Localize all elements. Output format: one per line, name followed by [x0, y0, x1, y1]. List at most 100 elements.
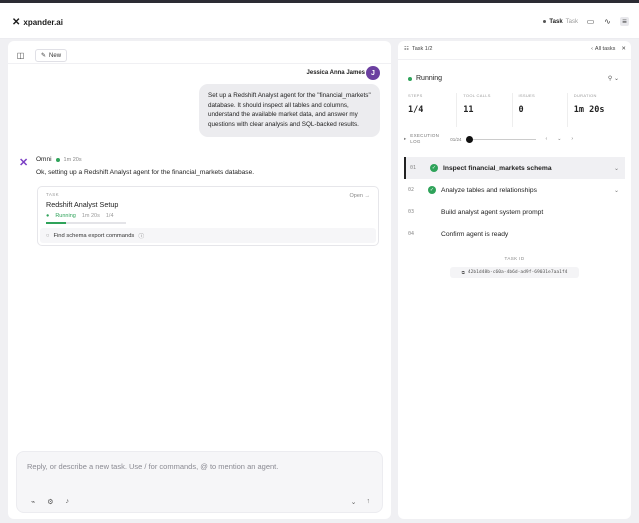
exec-slider-knob[interactable]	[465, 135, 473, 143]
input-actions: ⌄ ↑	[351, 498, 370, 506]
status-actions[interactable]: ⚲ ⌄	[608, 75, 619, 82]
task-stats: STEPS 1/4 TOOL CALLS 11 ISSUES 0 DURATIO…	[408, 93, 622, 127]
task-panel-header: ☷ Task 1/2 ‹ All tasks ✕	[404, 46, 626, 52]
step-item[interactable]: 04 Confirm agent is ready	[404, 223, 625, 245]
all-tasks-link[interactable]: ‹ All tasks	[591, 46, 615, 52]
subtask-row[interactable]: ◌ Find schema export commands ⓘ	[40, 228, 376, 243]
new-chat-label: New	[49, 52, 62, 59]
task-status: Running	[55, 213, 76, 219]
stat-value: 1/4	[408, 105, 424, 115]
task-id-value[interactable]: ⧉ 42b1d48b-c60a-4b6d-ad9f-69031e7aa1f4	[450, 267, 579, 278]
task-card-label: TASK	[46, 192, 60, 197]
open-label: Open	[349, 193, 363, 199]
agent-selector[interactable]: Task Task	[543, 19, 578, 25]
task-card-status: ● Running 1m 20s 1/4	[46, 213, 114, 219]
step-label: Build analyst agent system prompt	[441, 208, 544, 216]
step-label: Inspect financial_markets schema	[443, 164, 552, 172]
copy-icon: ⧉	[461, 270, 465, 276]
chevron-down-icon[interactable]: ⌄	[614, 165, 619, 172]
chat-input-box[interactable]: Reply, or describe a new task. Use / for…	[16, 451, 383, 513]
stat-issues: ISSUES 0	[513, 93, 568, 127]
stat-value: 1m 20s	[573, 105, 605, 115]
exec-position: 01/24	[450, 136, 462, 142]
new-chat-button[interactable]: ✎ New	[35, 49, 68, 62]
info-icon: ⓘ	[138, 234, 145, 240]
divider	[398, 59, 631, 60]
step-item[interactable]: 03 Build analyst agent system prompt	[404, 201, 625, 223]
exec-chevron-icon[interactable]: ⌄	[557, 136, 561, 142]
task-card-title: Redshift Analyst Setup	[46, 200, 119, 209]
all-tasks-label: All tasks	[594, 46, 616, 52]
send-icon[interactable]: ↑	[367, 498, 371, 506]
mic-icon[interactable]: ♪	[66, 498, 70, 506]
activity-icon[interactable]: ∿	[603, 17, 612, 26]
task-status-row: Running	[408, 75, 442, 82]
task-card[interactable]: TASK Redshift Analyst Setup Open → ● Run…	[37, 186, 379, 246]
stat-label: STEPS	[408, 93, 423, 98]
user-message: Set up a Redshift Analyst agent for the …	[199, 84, 380, 137]
exec-prev-icon[interactable]: ‹	[546, 136, 548, 142]
settings-icon[interactable]: ⚙	[47, 498, 53, 506]
task-id-label: TASK ID	[504, 256, 525, 261]
monitor-icon[interactable]: ▭	[586, 17, 595, 26]
attach-icon[interactable]: ⌁	[31, 498, 35, 506]
agent-name: Omni	[36, 156, 52, 163]
task-progress-fill	[46, 222, 66, 224]
avatar: J	[366, 66, 380, 80]
play-icon[interactable]: ▸	[404, 136, 406, 142]
brand-logo[interactable]: ✕ xpander.ai	[12, 17, 63, 28]
edit-icon: ✎	[41, 53, 47, 59]
chat-input[interactable]: Reply, or describe a new task. Use / for…	[27, 462, 367, 471]
task-id-text: 42b1d48b-c60a-4b6d-ad9f-69031e7aa1f4	[467, 270, 568, 275]
stat-duration: DURATION 1m 20s	[568, 93, 622, 127]
task-nav-label: Task 1/2	[411, 46, 433, 52]
stat-tool-calls: TOOL CALLS 11	[457, 93, 513, 127]
chevron-down-icon: ⌄	[613, 76, 619, 82]
task-progress-bar	[46, 222, 126, 224]
step-num: 02	[408, 187, 415, 193]
exec-slider[interactable]	[465, 135, 536, 143]
spinner-icon: ◌	[46, 232, 50, 239]
check-icon: ✓	[428, 186, 436, 194]
task-panel-actions: ‹ All tasks ✕	[591, 46, 626, 52]
stat-label: ISSUES	[518, 93, 535, 98]
xpander-logo-icon: ✕	[12, 17, 21, 28]
step-num: 04	[408, 231, 415, 237]
subtask-label: Find schema export commands	[53, 232, 135, 239]
open-task-button[interactable]: Open →	[350, 193, 371, 199]
agent-header: Omni 1m 20s	[36, 156, 82, 163]
agent-value: Task	[565, 18, 578, 25]
agent-dot-icon	[543, 20, 547, 23]
stat-label: DURATION	[573, 93, 597, 98]
chat-header: ◫ ✎ New	[16, 49, 68, 62]
task-progress: 1/4	[105, 213, 114, 219]
top-right-controls: Task Task ▭ ∿ ≡	[543, 17, 629, 26]
menu-icon[interactable]: ≡	[620, 17, 629, 26]
agent-time: 1m 20s	[63, 156, 82, 163]
stat-label: TOOL CALLS	[463, 93, 491, 98]
stat-value: 0	[518, 105, 524, 115]
step-label: Analyze tables and relationships	[441, 186, 537, 194]
step-num: 01	[410, 165, 417, 171]
execution-log-bar: ▸ EXECUTION LOG 01/24 ‹ ⌄ ›	[404, 132, 626, 146]
user-name: Jessica Anna James	[306, 70, 365, 76]
check-icon: ✓	[430, 164, 438, 172]
running-dot-icon: ●	[46, 213, 50, 219]
omni-logo-icon: ✕	[19, 157, 29, 169]
running-dot-icon	[55, 157, 60, 162]
arrow-right-icon: →	[364, 193, 371, 199]
task-list-icon: ☷	[404, 46, 409, 52]
expand-icon[interactable]: ⌄	[351, 498, 357, 506]
exec-next-icon[interactable]: ›	[571, 136, 573, 142]
input-tools: ⌁ ⚙ ♪	[31, 498, 69, 506]
step-item[interactable]: 02 ✓ Analyze tables and relationships ⌄	[404, 179, 625, 201]
task-nav[interactable]: ☷ Task 1/2	[404, 46, 432, 52]
task-time: 1m 20s	[81, 213, 100, 219]
brand-name: xpander.ai	[23, 18, 63, 27]
step-item[interactable]: 01 ✓ Inspect financial_markets schema ⌄	[404, 157, 625, 179]
chevron-down-icon[interactable]: ⌄	[614, 187, 619, 194]
sidebar-toggle-icon[interactable]: ◫	[16, 51, 25, 60]
running-dot-icon	[408, 76, 412, 81]
close-icon[interactable]: ✕	[621, 46, 626, 52]
divider	[8, 63, 391, 64]
